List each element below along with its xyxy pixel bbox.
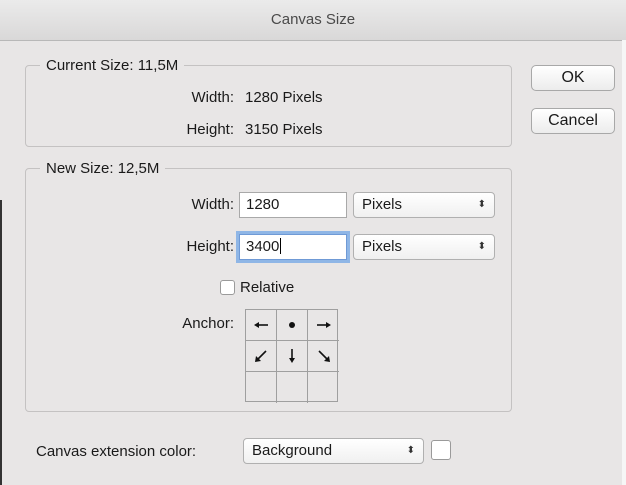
width-input-value: 1280 [246, 196, 280, 213]
window-titlebar[interactable]: Canvas Size [0, 0, 626, 41]
current-size-legend: Current Size: 11,5M [46, 57, 179, 74]
extension-color-swatch[interactable] [431, 440, 451, 460]
select-arrows-icon: ⬍ [477, 241, 486, 252]
ok-button[interactable]: OK [531, 65, 615, 91]
relative-label[interactable]: Relative [240, 279, 294, 296]
anchor-cell-top-center[interactable] [277, 310, 308, 341]
arrow-down-right-icon [317, 350, 330, 362]
arrow-left-icon [254, 322, 268, 328]
extension-color-select[interactable]: Background ⬍ [243, 438, 424, 464]
height-unit-select[interactable]: Pixels ⬍ [353, 234, 495, 260]
current-height-value: 3150 Pixels [245, 121, 323, 138]
anchor-cell-bottom-right[interactable] [308, 372, 339, 403]
new-width-label: Width: [191, 196, 234, 213]
anchor-cell-bottom-left[interactable] [246, 372, 277, 403]
anchor-cell-middle-left[interactable] [246, 341, 277, 372]
height-unit-value: Pixels [362, 238, 403, 255]
width-unit-value: Pixels [362, 196, 403, 213]
anchor-grid [245, 309, 339, 403]
height-input-value: 3400 [246, 238, 280, 255]
select-arrows-icon: ⬍ [477, 199, 486, 210]
window-edge-right [622, 40, 626, 485]
arrow-down-left-icon [255, 350, 267, 362]
anchor-cell-bottom-center[interactable] [277, 372, 308, 403]
width-unit-select[interactable]: Pixels ⬍ [353, 192, 495, 218]
anchor-cell-top-right[interactable] [308, 310, 339, 341]
current-height-label: Height: [186, 121, 234, 138]
select-arrows-icon: ⬍ [406, 445, 415, 456]
extension-color-value: Background [252, 442, 333, 459]
new-size-legend: New Size: 12,5M [46, 160, 160, 177]
extension-color-label: Canvas extension color: [36, 443, 197, 460]
window-edge [0, 200, 2, 485]
anchor-cell-top-left[interactable] [246, 310, 277, 341]
new-height-label: Height: [186, 238, 234, 255]
text-caret [280, 238, 282, 254]
relative-checkbox[interactable] [220, 280, 235, 295]
current-width-value: 1280 Pixels [245, 89, 323, 106]
arrow-right-icon [316, 322, 331, 328]
anchor-cell-middle-right[interactable] [308, 341, 339, 372]
window-title: Canvas Size [270, 11, 356, 28]
arrow-down-icon [289, 349, 295, 363]
anchor-label: Anchor: [182, 315, 234, 332]
width-input[interactable]: 1280 [239, 192, 347, 218]
anchor-dot-icon [289, 322, 295, 328]
anchor-cell-middle-center[interactable] [277, 341, 308, 372]
cancel-button[interactable]: Cancel [531, 108, 615, 134]
current-width-label: Width: [191, 89, 234, 106]
height-input[interactable]: 3400 [239, 234, 347, 260]
